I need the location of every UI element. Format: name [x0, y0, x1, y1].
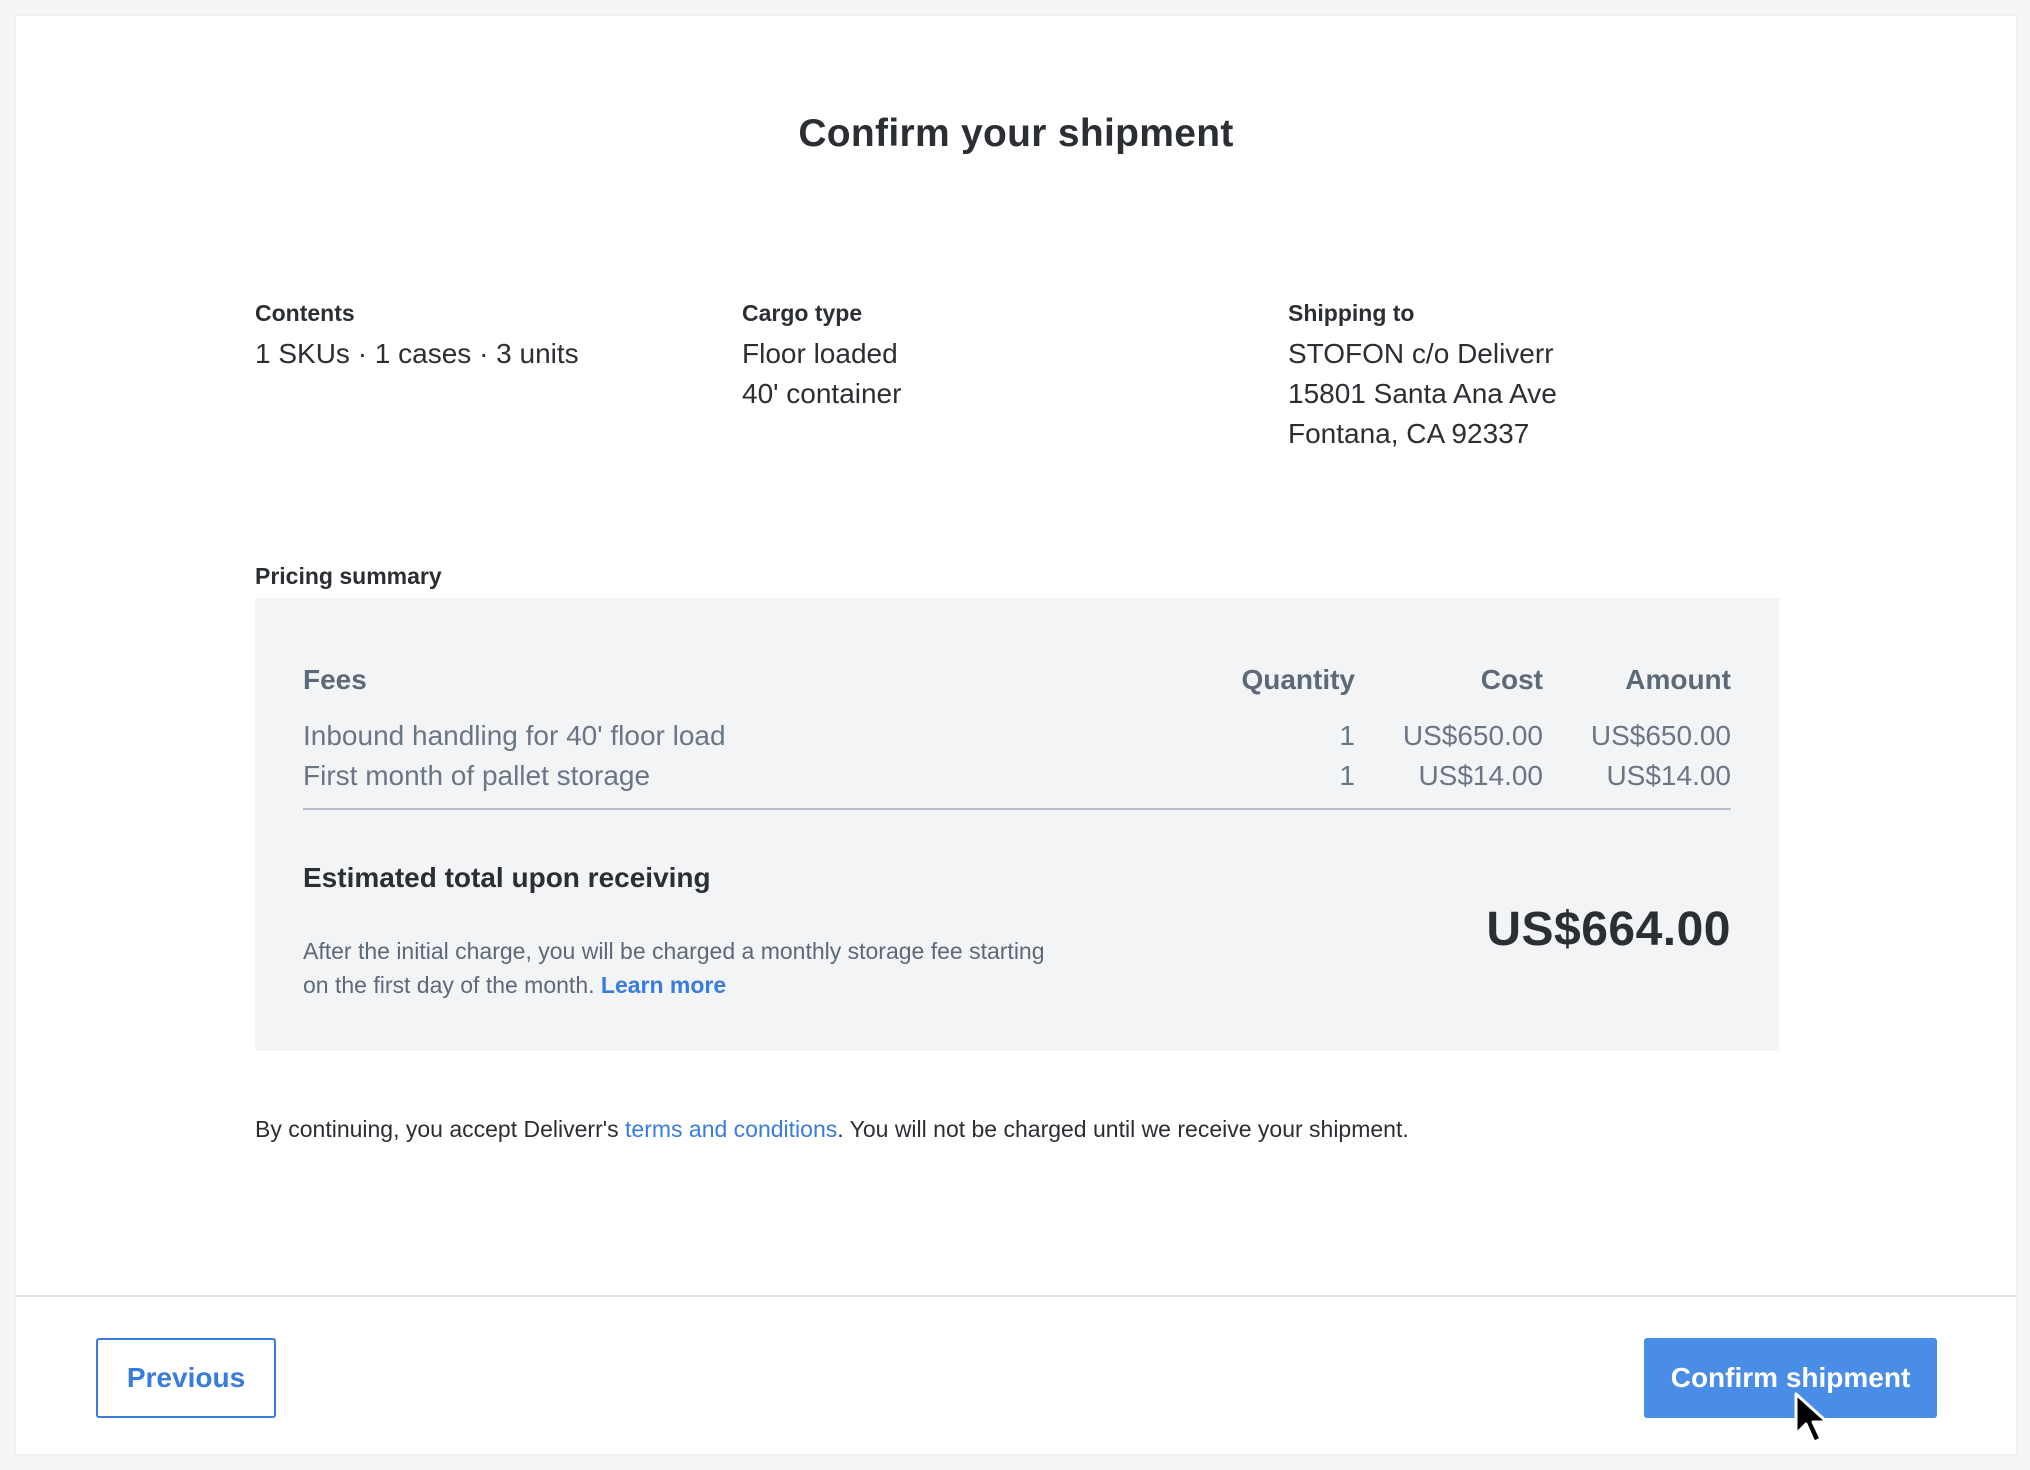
footer-divider — [16, 1295, 2016, 1297]
contents-label: Contents — [255, 300, 355, 326]
contents-value: 1 SKUs · 1 cases · 3 units — [255, 338, 579, 369]
terms-suffix: . You will not be charged until we recei… — [837, 1116, 1409, 1142]
shipping-to-section: Shipping to STOFON c/o Deliverr 15801 Sa… — [1288, 296, 1557, 454]
fee-name: First month of pallet storage — [303, 760, 651, 791]
estimated-total-label: Estimated total upon receiving — [303, 862, 711, 893]
fee-name: Inbound handling for 40' floor load — [303, 720, 726, 751]
table-row: Inbound handling for 40' floor load 1 US… — [303, 716, 1731, 756]
page-title: Confirm your shipment — [798, 112, 1234, 155]
column-header-quantity: Quantity — [1241, 664, 1355, 695]
learn-more-link[interactable]: Learn more — [601, 972, 726, 998]
pricing-summary-panel: Fees Quantity Cost Amount Inbound handli… — [255, 598, 1779, 1051]
contents-section: Contents 1 SKUs · 1 cases · 3 units — [255, 296, 579, 374]
cargo-type-section: Cargo type Floor loaded 40' container — [742, 296, 901, 414]
fee-cost: US$650.00 — [1402, 720, 1543, 751]
column-header-fees: Fees — [303, 664, 367, 695]
fee-amount: US$650.00 — [1590, 720, 1731, 751]
fee-amount: US$14.00 — [1606, 760, 1731, 791]
pricing-summary-label: Pricing summary — [255, 563, 442, 589]
fees-table-header: Fees Quantity Cost Amount — [303, 660, 1731, 716]
estimated-total-amount: US$664.00 — [1486, 903, 1731, 956]
fee-quantity: 1 — [1339, 720, 1355, 751]
confirm-shipment-button[interactable]: Confirm shipment — [1644, 1338, 1937, 1418]
fees-table: Fees Quantity Cost Amount Inbound handli… — [303, 660, 1731, 810]
terms-and-conditions-link[interactable]: terms and conditions — [625, 1116, 837, 1142]
cargo-type-line: 40' container — [742, 378, 902, 409]
fees-divider — [303, 808, 1731, 810]
previous-button[interactable]: Previous — [96, 1338, 276, 1418]
shipping-address-line: Fontana, CA 92337 — [1288, 418, 1530, 449]
table-row: First month of pallet storage 1 US$14.00… — [303, 756, 1731, 796]
main-card: Confirm your shipment Contents 1 SKUs · … — [16, 16, 2016, 1454]
shipping-address-line: 15801 Santa Ana Ave — [1288, 378, 1557, 409]
terms-notice: By continuing, you accept Deliverr's ter… — [255, 1116, 1409, 1143]
column-header-amount: Amount — [1625, 664, 1731, 695]
terms-prefix: By continuing, you accept Deliverr's — [255, 1116, 619, 1142]
cargo-type-line: Floor loaded — [742, 338, 898, 369]
column-header-cost: Cost — [1480, 664, 1543, 695]
cargo-type-label: Cargo type — [742, 300, 863, 326]
shipping-to-label: Shipping to — [1288, 300, 1415, 326]
shipping-address-line: STOFON c/o Deliverr — [1288, 338, 1554, 369]
fee-cost: US$14.00 — [1418, 760, 1543, 791]
fee-quantity: 1 — [1339, 760, 1355, 791]
storage-fee-note: After the initial charge, you will be ch… — [303, 934, 1063, 1002]
